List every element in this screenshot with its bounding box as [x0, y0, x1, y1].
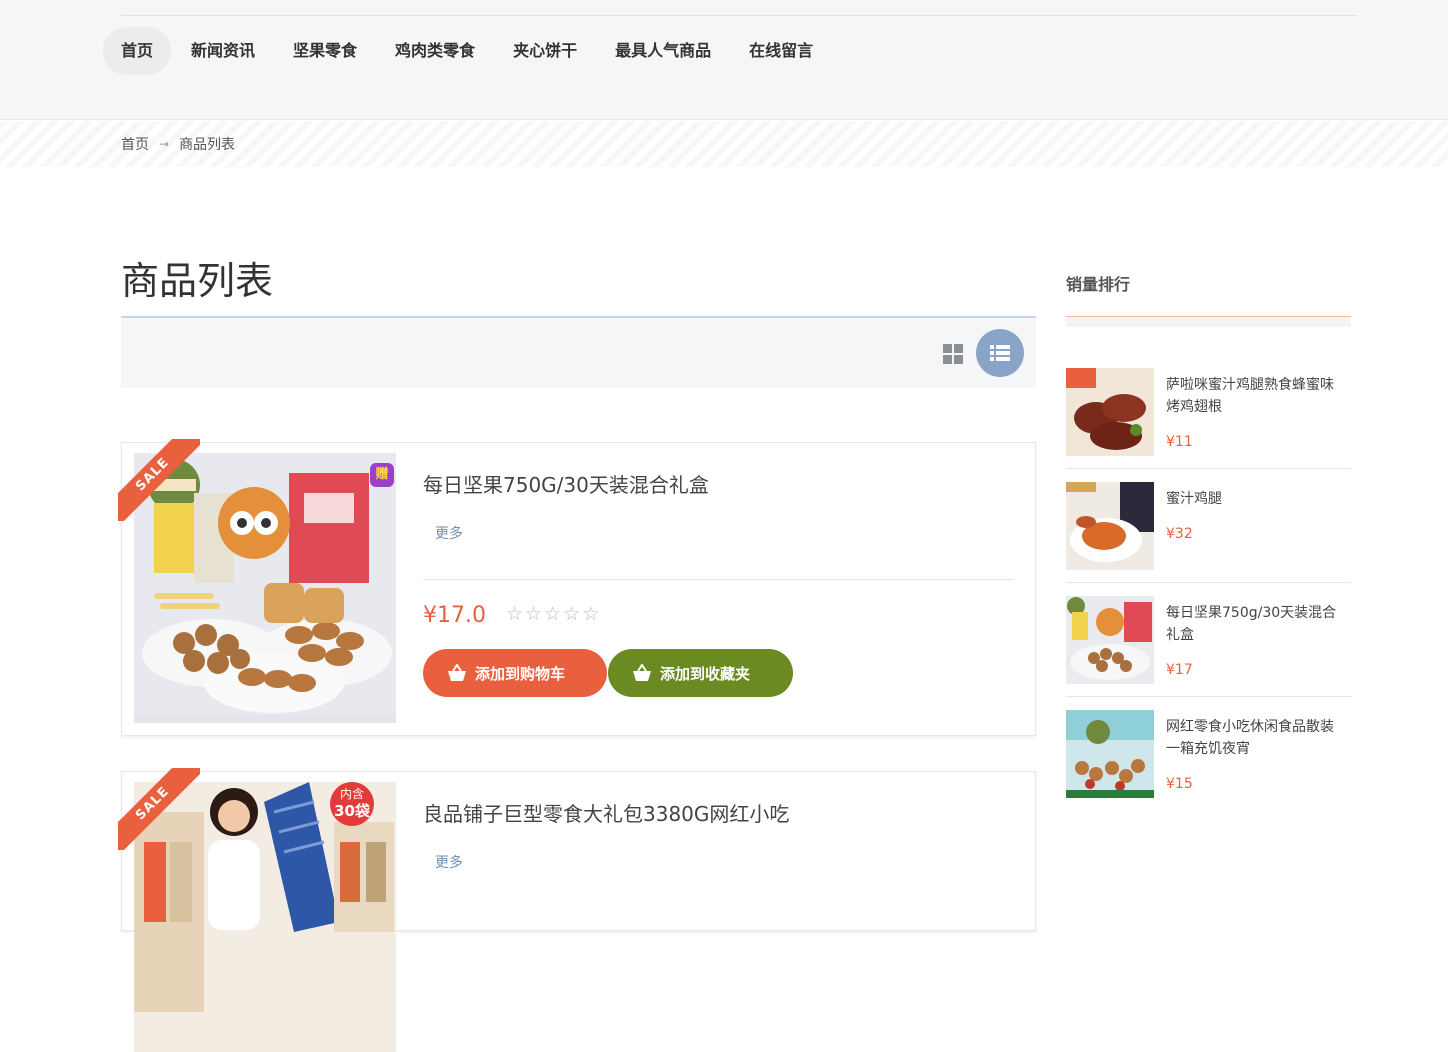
sidebar-item-name[interactable]: 每日坚果750g/30天装混合礼盒 [1166, 602, 1346, 646]
count-tag-top: 内含 [339, 787, 364, 801]
count-tag: 内含 30袋 [330, 782, 374, 826]
product-price: ¥17.0 [423, 603, 486, 628]
star-icon[interactable]: ☆ [506, 603, 525, 625]
sidebar-title-bar [1066, 317, 1351, 327]
breadcrumb-home-link[interactable]: 首页 [121, 134, 149, 154]
add-to-cart-button[interactable]: 添加到购物车 [423, 649, 607, 697]
more-link[interactable]: 更多 [435, 523, 463, 543]
star-icon[interactable]: ☆ [563, 603, 582, 625]
product-title[interactable]: 每日坚果750G/30天装混合礼盒 [423, 469, 709, 498]
basket-icon [633, 664, 651, 681]
star-icon[interactable]: ☆ [544, 603, 563, 625]
basket-icon [448, 664, 466, 681]
sidebar-item-price: ¥15 [1166, 776, 1193, 792]
sidebar-item-name[interactable]: 萨啦咪蜜汁鸡腿熟食蜂蜜味烤鸡翅根 [1166, 374, 1346, 418]
product-divider [423, 579, 1013, 580]
list-view-icon [990, 345, 1010, 361]
sidebar-item-image[interactable] [1066, 482, 1154, 570]
add-to-favorites-label: 添加到收藏夹 [660, 664, 751, 683]
nav-item-message[interactable]: 在线留言 [731, 27, 831, 75]
more-link[interactable]: 更多 [435, 852, 463, 872]
grid-view-icon[interactable] [941, 342, 963, 364]
sale-badge: SALE [118, 768, 200, 850]
product-title[interactable]: 良品铺子巨型零食大礼包3380G网红小吃 [423, 798, 789, 827]
sidebar-item-image[interactable] [1066, 596, 1154, 684]
product-card: 内含 30袋 SALE 良品铺子巨型零食大礼包3380G网红小吃 更多 [118, 768, 1036, 1052]
gift-tag: 赠 [370, 463, 394, 487]
sidebar-item-price: ¥17 [1166, 662, 1193, 678]
sale-ribbon: SALE [118, 768, 200, 850]
breadcrumb-current: 商品列表 [179, 137, 236, 153]
sale-ribbon: SALE [118, 439, 200, 521]
arrow-right-icon: → [159, 137, 170, 151]
sidebar-title: 销量排行 [1066, 275, 1131, 294]
sidebar-item-image[interactable] [1066, 710, 1154, 798]
count-tag-bottom: 30袋 [334, 802, 370, 820]
main-nav: 首页 新闻资讯 坚果零食 鸡肉类零食 夹心饼干 最具人气商品 在线留言 [103, 26, 833, 76]
sidebar-item-image[interactable] [1066, 368, 1154, 456]
add-to-cart-label: 添加到购物车 [475, 664, 566, 683]
sidebar-item-name[interactable]: 蜜汁鸡腿 [1166, 488, 1346, 510]
list-view-button[interactable] [976, 329, 1024, 377]
sidebar-divider [1066, 582, 1351, 583]
breadcrumb: 首页 → 商品列表 [121, 134, 235, 154]
nav-item-home[interactable]: 首页 [103, 27, 172, 75]
nav-item-biscuits[interactable]: 夹心饼干 [495, 27, 595, 75]
add-to-favorites-button[interactable]: 添加到收藏夹 [608, 649, 793, 697]
product-card: 赠 SALE 每日坚果750G/30天装混合礼盒 更多 ¥17.0 ☆☆☆☆☆ … [118, 439, 1036, 736]
sidebar-item-name[interactable]: 网红零食小吃休闲食品散装一箱充饥夜宵 [1166, 716, 1346, 760]
sidebar-item-price: ¥11 [1166, 434, 1193, 450]
sidebar-divider [1066, 696, 1351, 697]
nav-item-chicken[interactable]: 鸡肉类零食 [377, 27, 493, 75]
star-icon[interactable]: ☆ [582, 603, 601, 625]
header-top-divider [121, 15, 1357, 16]
rating-stars[interactable]: ☆☆☆☆☆ [506, 603, 601, 625]
nav-item-news[interactable]: 新闻资讯 [173, 27, 273, 75]
view-toolbar [121, 318, 1036, 388]
sidebar-item-price: ¥32 [1166, 526, 1193, 542]
nav-item-nuts[interactable]: 坚果零食 [275, 27, 375, 75]
sale-badge: SALE [118, 439, 200, 521]
nav-item-popular[interactable]: 最具人气商品 [597, 27, 729, 75]
star-icon[interactable]: ☆ [525, 603, 544, 625]
sidebar-divider [1066, 468, 1351, 469]
page-title: 商品列表 [121, 259, 274, 303]
